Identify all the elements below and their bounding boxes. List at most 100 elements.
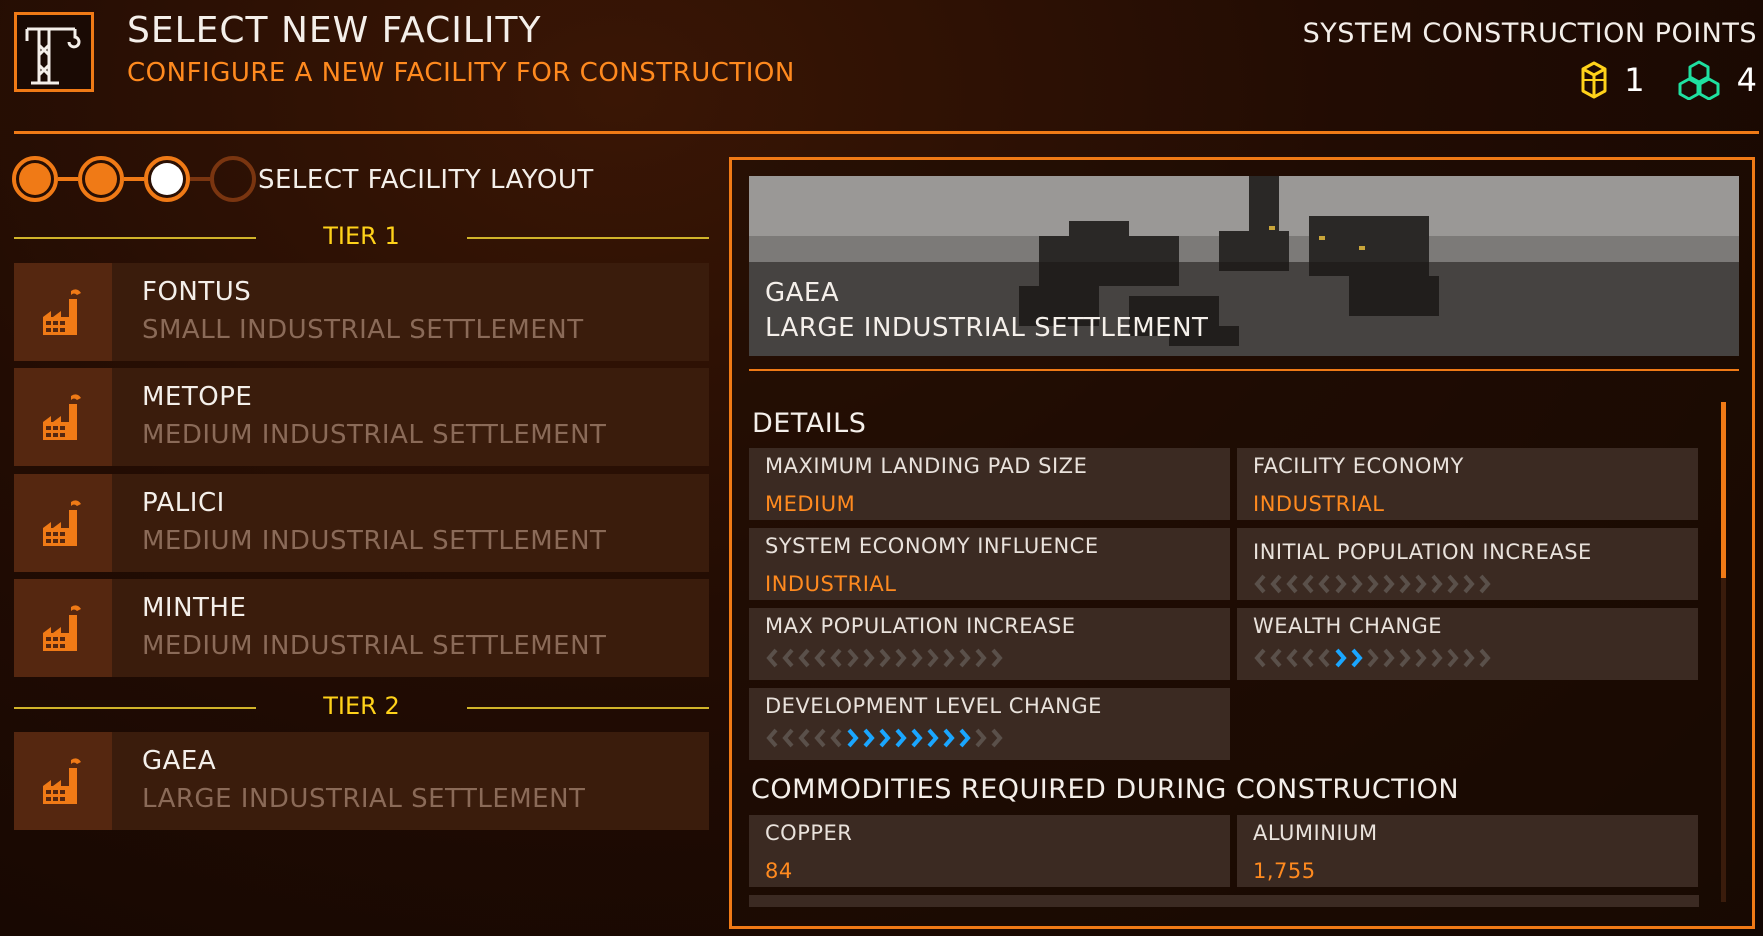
chevron-inactive (782, 648, 794, 668)
chevron-inactive (830, 728, 842, 748)
facility-name: PALICI (142, 488, 225, 518)
rating-meter (765, 728, 1214, 748)
commodity-amount: 1,755 (1253, 859, 1316, 883)
chevron-inactive (798, 728, 810, 748)
tier-2-header: TIER 2 (14, 692, 709, 722)
chevron-inactive (1286, 574, 1298, 594)
chevron-inactive (1431, 574, 1443, 594)
chevron-active (959, 728, 971, 748)
commodity-aluminium: ALUMINIUM 1,755 (1237, 815, 1698, 887)
chevron-inactive (1270, 574, 1282, 594)
chevron-inactive (863, 648, 875, 668)
facility-name: METOPE (142, 382, 253, 412)
detail-value: INDUSTRIAL (765, 572, 897, 596)
chevron-inactive (1254, 648, 1266, 668)
detail-label: MAX POPULATION INCREASE (765, 614, 1076, 638)
preview-divider (749, 369, 1739, 371)
detail-label: INITIAL POPULATION INCREASE (1253, 540, 1592, 564)
tier2-points-value: 1 (1624, 61, 1645, 99)
facility-item-minthe[interactable]: MINTHE MEDIUM INDUSTRIAL SETTLEMENT (14, 579, 709, 677)
tier-label: TIER 2 (323, 692, 400, 720)
chevron-inactive (1318, 574, 1330, 594)
facility-item-fontus[interactable]: FONTUS SMALL INDUSTRIAL SETTLEMENT (14, 263, 709, 361)
construction-crane-icon (14, 12, 94, 92)
chevron-inactive (1415, 574, 1427, 594)
chevron-inactive (814, 728, 826, 748)
chevron-inactive (959, 648, 971, 668)
chevron-inactive (975, 728, 987, 748)
facility-type: LARGE INDUSTRIAL SETTLEMENT (142, 784, 586, 814)
chevron-inactive (766, 648, 778, 668)
chevron-inactive (1383, 648, 1395, 668)
rating-meter (1253, 574, 1682, 594)
step-indicator (12, 156, 256, 202)
chevron-inactive (798, 648, 810, 668)
step-3[interactable] (144, 156, 190, 202)
step-4 (210, 156, 256, 202)
details-heading: DETAILS (752, 408, 867, 439)
detail-development-level: DEVELOPMENT LEVEL CHANGE (749, 688, 1230, 760)
factory-icon (43, 758, 81, 804)
chevron-inactive (1415, 648, 1427, 668)
facility-item-metope[interactable]: METOPE MEDIUM INDUSTRIAL SETTLEMENT (14, 368, 709, 466)
construction-points: 1 4 (1580, 60, 1757, 100)
detail-label: FACILITY ECONOMY (1253, 454, 1464, 478)
commodity-copper: COPPER 84 (749, 815, 1230, 887)
factory-icon (43, 500, 81, 546)
chevron-inactive (1318, 648, 1330, 668)
construction-points-label: SYSTEM CONSTRUCTION POINTS (1302, 18, 1757, 49)
detail-initial-population: INITIAL POPULATION INCREASE (1237, 528, 1698, 600)
chevron-inactive (782, 728, 794, 748)
facility-type: SMALL INDUSTRIAL SETTLEMENT (142, 315, 584, 345)
tier-label: TIER 1 (323, 222, 400, 250)
selected-facility-name: GAEA (765, 278, 840, 308)
factory-icon (43, 289, 81, 335)
chevron-inactive (1351, 574, 1363, 594)
factory-icon (43, 605, 81, 651)
chevron-inactive (1463, 648, 1475, 668)
chevron-active (1351, 648, 1363, 668)
rating-meter (765, 648, 1214, 668)
tier-1-header: TIER 1 (14, 222, 709, 252)
chevron-active (847, 728, 859, 748)
selected-facility-type: LARGE INDUSTRIAL SETTLEMENT (765, 313, 1209, 343)
chevron-inactive (1447, 648, 1459, 668)
chevron-inactive (766, 728, 778, 748)
facility-item-gaea[interactable]: GAEA LARGE INDUSTRIAL SETTLEMENT (14, 732, 709, 830)
detail-facility-economy: FACILITY ECONOMY INDUSTRIAL (1237, 448, 1698, 520)
chevron-active (1335, 648, 1347, 668)
chevron-active (895, 728, 907, 748)
chevron-inactive (991, 648, 1003, 668)
chevron-inactive (911, 648, 923, 668)
step-label: SELECT FACILITY LAYOUT (258, 165, 594, 195)
facility-item-palici[interactable]: PALICI MEDIUM INDUSTRIAL SETTLEMENT (14, 474, 709, 572)
facility-type: MEDIUM INDUSTRIAL SETTLEMENT (142, 526, 607, 556)
detail-max-population: MAX POPULATION INCREASE (749, 608, 1230, 680)
chevron-inactive (1286, 648, 1298, 668)
step-1[interactable] (12, 156, 58, 202)
chevron-inactive (991, 728, 1003, 748)
chevron-inactive (1302, 574, 1314, 594)
facility-type: MEDIUM INDUSTRIAL SETTLEMENT (142, 631, 607, 661)
detail-label: WEALTH CHANGE (1253, 614, 1443, 638)
chevron-inactive (830, 648, 842, 668)
chevron-inactive (1463, 574, 1475, 594)
detail-label: MAXIMUM LANDING PAD SIZE (765, 454, 1088, 478)
chevron-inactive (895, 648, 907, 668)
detail-economy-influence: SYSTEM ECONOMY INFLUENCE INDUSTRIAL (749, 528, 1230, 600)
facility-name: MINTHE (142, 593, 247, 623)
chevron-inactive (847, 648, 859, 668)
header-divider (14, 131, 1759, 134)
facility-name: FONTUS (142, 277, 252, 307)
chevron-inactive (1399, 648, 1411, 668)
chevron-inactive (1270, 648, 1282, 668)
page-title: SELECT NEW FACILITY (127, 10, 542, 51)
commodities-heading: COMMODITIES REQUIRED DURING CONSTRUCTION (751, 774, 1460, 805)
chevron-inactive (943, 648, 955, 668)
step-2[interactable] (78, 156, 124, 202)
chevron-inactive (975, 648, 987, 668)
tier2-points: 1 (1580, 60, 1645, 100)
chevron-inactive (1367, 574, 1379, 594)
details-scroll-thumb[interactable] (1721, 402, 1726, 578)
detail-landing-pad: MAXIMUM LANDING PAD SIZE MEDIUM (749, 448, 1230, 520)
